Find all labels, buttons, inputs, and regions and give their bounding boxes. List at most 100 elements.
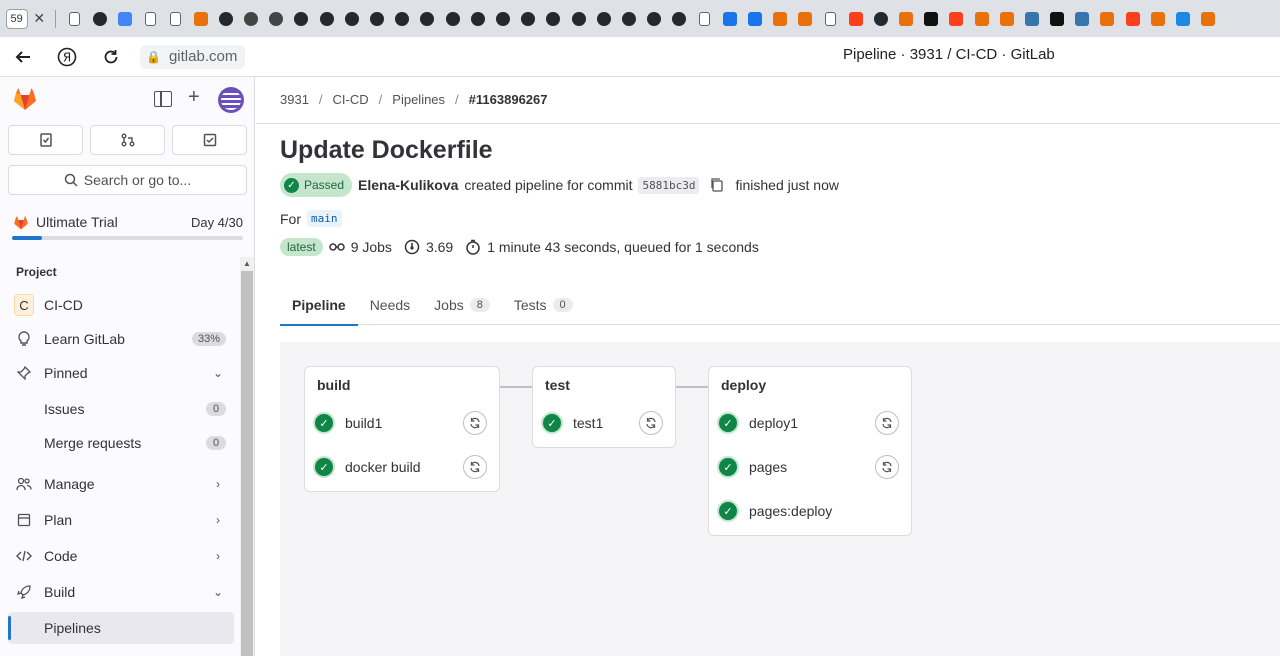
openai-icon[interactable] — [264, 8, 289, 30]
tab-jobs[interactable]: Jobs 8 — [422, 284, 502, 325]
retry-icon[interactable] — [463, 411, 487, 435]
sidebar-item-code[interactable]: Code › — [8, 540, 234, 572]
trial-widget[interactable]: Ultimate Trial Day 4/30 — [12, 214, 243, 240]
back-arrow-icon[interactable] — [12, 46, 34, 68]
retry-icon[interactable] — [639, 411, 663, 435]
sidebar-item-pinned[interactable]: Pinned ⌄ — [8, 357, 234, 389]
retry-icon[interactable] — [463, 455, 487, 479]
github-icon[interactable] — [440, 8, 465, 30]
github-icon[interactable] — [566, 8, 591, 30]
page-icon[interactable] — [138, 8, 163, 30]
check-icon[interactable] — [1170, 8, 1195, 30]
page-icon[interactable] — [163, 8, 188, 30]
status-badge[interactable]: ✓ Passed — [280, 173, 353, 197]
python-icon[interactable] — [1019, 8, 1044, 30]
app-icon[interactable] — [767, 8, 792, 30]
retry-icon[interactable] — [875, 455, 899, 479]
github-icon[interactable] — [415, 8, 440, 30]
reload-icon[interactable] — [100, 46, 122, 68]
issues-label: Issues — [44, 401, 85, 417]
sidebar-item-project[interactable]: C CI-CD — [8, 289, 234, 321]
app-icon[interactable] — [969, 8, 994, 30]
close-tab-icon[interactable]: ✕ — [29, 10, 49, 27]
sidebar-item-issues[interactable]: Issues 0 — [8, 393, 234, 425]
page-icon[interactable] — [62, 8, 87, 30]
job-pages-deploy[interactable]: ✓ pages:deploy — [717, 496, 905, 526]
copy-icon[interactable] — [709, 177, 725, 193]
page-icon[interactable] — [692, 8, 717, 30]
app-icon[interactable] — [1196, 8, 1221, 30]
branch-ref-link[interactable]: main — [307, 210, 342, 227]
sidebar-item-pipelines[interactable]: Pipelines — [8, 612, 234, 644]
breadcrumb-group-link[interactable]: 3931 — [280, 92, 309, 107]
sidebar-item-build[interactable]: Build ⌄ — [8, 576, 234, 608]
retry-icon[interactable] — [875, 411, 899, 435]
yandex-icon[interactable] — [944, 8, 969, 30]
python-icon[interactable] — [1070, 8, 1095, 30]
yc-icon[interactable] — [717, 8, 742, 30]
github-icon[interactable] — [465, 8, 490, 30]
app-icon[interactable] — [1095, 8, 1120, 30]
search-button[interactable]: Search or go to... — [8, 165, 247, 195]
github-icon[interactable] — [868, 8, 893, 30]
commit-sha-link[interactable]: 5881bc3d — [638, 176, 700, 194]
scrollbar-thumb[interactable] — [241, 271, 253, 656]
job-test1[interactable]: ✓ test1 — [541, 408, 669, 438]
github-icon[interactable] — [642, 8, 667, 30]
breadcrumb-pipelines-link[interactable]: Pipelines — [392, 92, 445, 107]
scroll-up-arrow-icon[interactable]: ▲ — [240, 257, 254, 271]
terminal-icon[interactable] — [919, 8, 944, 30]
app-icon[interactable] — [793, 8, 818, 30]
tab-tests[interactable]: Tests 0 — [502, 284, 585, 325]
yandex-icon[interactable] — [843, 8, 868, 30]
github-icon[interactable] — [364, 8, 389, 30]
github-icon[interactable] — [516, 8, 541, 30]
github-icon[interactable] — [490, 8, 515, 30]
github-icon[interactable] — [314, 8, 339, 30]
sidebar-scrollbar[interactable]: ▲ — [240, 257, 254, 656]
author-link[interactable]: Elena-Kulikova — [358, 177, 458, 193]
app-icon[interactable] — [893, 8, 918, 30]
tab-counter[interactable]: 59 — [4, 8, 29, 30]
yandex-icon[interactable] — [1120, 8, 1145, 30]
yc-icon[interactable] — [742, 8, 767, 30]
docs-icon[interactable] — [113, 8, 138, 30]
github-icon[interactable] — [213, 8, 238, 30]
github-icon[interactable] — [339, 8, 364, 30]
app-icon[interactable] — [188, 8, 213, 30]
create-new-icon[interactable]: + — [188, 87, 200, 107]
sidebar-toggle-icon[interactable] — [154, 91, 172, 107]
page-icon[interactable] — [818, 8, 843, 30]
github-icon[interactable] — [667, 8, 692, 30]
github-icon[interactable] — [390, 8, 415, 30]
github-icon[interactable] — [591, 8, 616, 30]
app-icon[interactable] — [1145, 8, 1170, 30]
job-pages[interactable]: ✓ pages — [717, 452, 905, 482]
tab-needs[interactable]: Needs — [358, 284, 422, 325]
gitlab-logo-icon[interactable] — [11, 85, 39, 113]
sidebar-item-manage[interactable]: Manage › — [8, 468, 234, 500]
breadcrumb-current[interactable]: #1163896267 — [469, 92, 548, 107]
breadcrumb-project-link[interactable]: CI-CD — [333, 92, 369, 107]
issues-shortcut-button[interactable] — [8, 125, 83, 155]
job-build1[interactable]: ✓ build1 — [313, 408, 493, 438]
app-icon[interactable] — [994, 8, 1019, 30]
todo-shortcut-button[interactable] — [172, 125, 247, 155]
job-docker-build[interactable]: ✓ docker build — [313, 452, 493, 482]
merge-requests-shortcut-button[interactable] — [90, 125, 165, 155]
sidebar-item-merge-requests[interactable]: Merge requests 0 — [8, 427, 234, 459]
sidebar-item-plan[interactable]: Plan › — [8, 504, 234, 536]
user-avatar[interactable] — [218, 87, 244, 113]
github-icon[interactable] — [289, 8, 314, 30]
site-info-icon[interactable]: 🔒 — [146, 50, 161, 64]
job-deploy1[interactable]: ✓ deploy1 — [717, 408, 905, 438]
url-field[interactable]: 🔒 gitlab.com — [140, 44, 246, 69]
sidebar-item-learn-gitlab[interactable]: Learn GitLab 33% — [8, 323, 234, 355]
github-icon[interactable] — [541, 8, 566, 30]
tab-pipeline[interactable]: Pipeline — [280, 284, 358, 326]
yandex-icon[interactable]: Я — [56, 46, 78, 68]
terminal-icon[interactable] — [1045, 8, 1070, 30]
github-icon[interactable] — [87, 8, 112, 30]
github-icon[interactable] — [616, 8, 641, 30]
openai-icon[interactable] — [239, 8, 264, 30]
